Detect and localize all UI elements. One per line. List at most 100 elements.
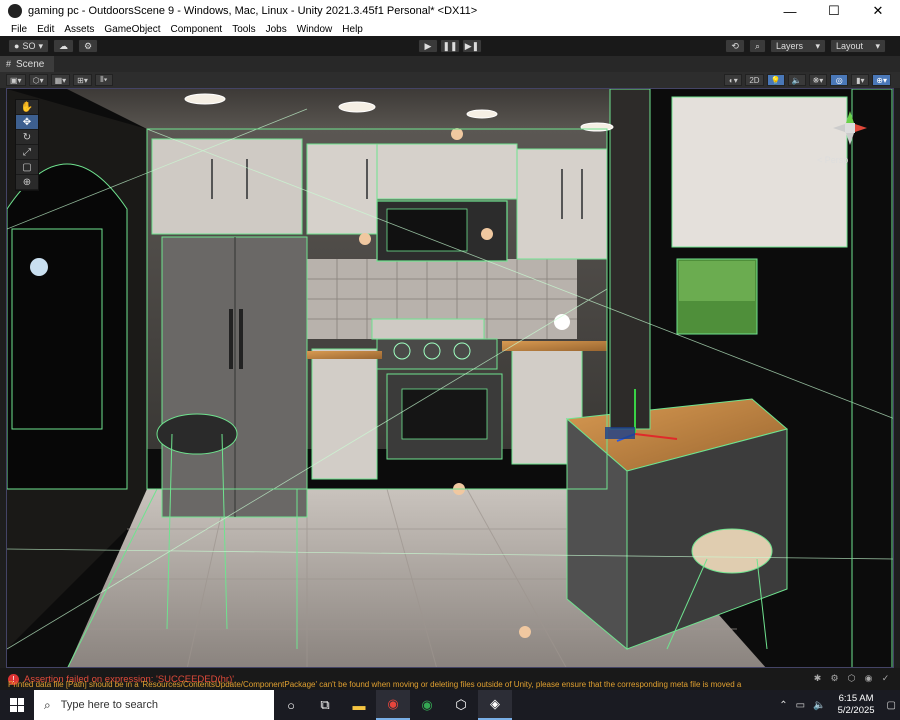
audio-toggle[interactable]: 🔈 xyxy=(787,74,806,86)
windows-taskbar: ⌕ Type here to search ○ ⧉ ▬ ◉ ◉ ⬡ ◈ ⌃ ▭ … xyxy=(0,690,900,720)
scene-viewport[interactable]: ✋ ✥ ↻ ⤢ ▢ ⊕ < Persp xyxy=(6,88,894,668)
scene-toolbar: ▣▾ ⬡▾ ▦▾ ⊞▾ ⫴▾ ◐▾ 2D 💡 🔈 ❋▾ ◎ ▮▾ ⊕▾ xyxy=(0,72,900,88)
menu-window[interactable]: Window xyxy=(292,24,338,35)
chrome-icon: ◉ xyxy=(387,696,399,711)
transform-tool[interactable]: ⊕ xyxy=(16,175,38,190)
user-icon: ● xyxy=(14,41,20,51)
speaker-icon[interactable]: 🔈 xyxy=(813,700,825,711)
layers-label: Layers xyxy=(776,41,804,51)
scale-tool[interactable]: ⤢ xyxy=(16,145,38,160)
menu-bar: File Edit Assets GameObject Component To… xyxy=(0,22,900,36)
collab-button[interactable]: ⚙ xyxy=(77,39,99,53)
history-icon: ⟲ xyxy=(731,40,739,51)
unity-editor-button[interactable]: ◈ xyxy=(478,690,512,720)
menu-file[interactable]: File xyxy=(6,24,32,35)
tab-scene[interactable]: # Scene xyxy=(0,56,55,72)
rotate-tool[interactable]: ↻ xyxy=(16,130,38,145)
axis-gizmo-icon[interactable] xyxy=(825,103,875,153)
cloud-icon: ☁ xyxy=(58,40,68,51)
bug-icon[interactable]: ✱ xyxy=(811,672,824,684)
search-button[interactable]: ⌕ xyxy=(748,39,766,53)
tab-scene-label: Scene xyxy=(16,58,45,70)
camera-icon: ▮▾ xyxy=(856,75,865,85)
camera-dropdown[interactable]: ▮▾ xyxy=(851,74,870,86)
layout-label: Layout xyxy=(836,41,864,51)
account-dropdown[interactable]: ● SO ▾ xyxy=(8,39,49,53)
render-mode-dropdown[interactable]: ◐▾ xyxy=(724,74,743,86)
sphere-icon: ◐▾ xyxy=(728,75,738,85)
start-button[interactable] xyxy=(0,690,34,720)
menu-edit[interactable]: Edit xyxy=(32,24,59,35)
projection-label[interactable]: < Persp xyxy=(817,155,848,165)
check-icon[interactable]: ✓ xyxy=(879,672,892,684)
align-dropdown[interactable]: ⫴▾ xyxy=(94,74,113,86)
unity-hub-button[interactable]: ⬡ xyxy=(444,690,478,720)
minimize-button[interactable]: — xyxy=(768,0,812,22)
pivot-dropdown[interactable]: ⬡▾ xyxy=(28,74,48,86)
maximize-button[interactable]: ☐ xyxy=(812,0,856,22)
menu-assets[interactable]: Assets xyxy=(59,24,99,35)
hand-tool[interactable]: ✋ xyxy=(16,100,38,115)
search-icon: ⌕ xyxy=(44,697,51,712)
gizmos-dropdown[interactable]: ⊕▾ xyxy=(872,74,891,86)
menu-tools[interactable]: Tools xyxy=(227,24,260,35)
chevron-down-icon: ▾ xyxy=(875,40,880,51)
cube-icon: ⬡▾ xyxy=(32,75,44,85)
file-explorer-button[interactable]: ▬ xyxy=(342,690,376,720)
transform-tools-panel: ✋ ✥ ↻ ⤢ ▢ ⊕ xyxy=(15,99,39,191)
grid-icon: ▦▾ xyxy=(54,75,67,85)
taskbar-search[interactable]: ⌕ Type here to search xyxy=(34,690,274,720)
play-button[interactable]: ▶ xyxy=(418,39,438,53)
align-icon: ⫴▾ xyxy=(100,75,108,84)
eye-slash-icon: ◎ xyxy=(835,75,843,85)
cortana-button[interactable]: ○ xyxy=(274,690,308,720)
chevron-up-icon[interactable]: ⌃ xyxy=(779,700,787,711)
chrome-button[interactable]: ◉ xyxy=(376,690,410,720)
toggle-2d-button[interactable]: 2D xyxy=(745,74,764,86)
history-button[interactable]: ⟲ xyxy=(725,39,745,53)
network-icon[interactable]: ▭ xyxy=(796,700,805,711)
chrome-profile-button[interactable]: ◉ xyxy=(410,690,444,720)
unity-icon: ◈ xyxy=(490,696,500,711)
step-button[interactable]: ▶❚ xyxy=(462,39,482,53)
scene-render[interactable] xyxy=(7,89,894,668)
clock-date: 5/2/2025 xyxy=(837,705,875,716)
status-bar[interactable]: ! Assertion failed on expression: 'SUCCE… xyxy=(0,668,900,690)
window-title: gaming pc - OutdoorsScene 9 - Windows, M… xyxy=(28,5,478,17)
menu-help[interactable]: Help xyxy=(337,24,368,35)
menu-gameobject[interactable]: GameObject xyxy=(99,24,165,35)
layers-dropdown[interactable]: Layers ▾ xyxy=(770,39,826,53)
folder-icon: ▬ xyxy=(352,697,366,713)
grid-snap-dropdown[interactable]: ▦▾ xyxy=(50,74,71,86)
menu-jobs[interactable]: Jobs xyxy=(261,24,292,35)
increment-snap-dropdown[interactable]: ⊞▾ xyxy=(73,74,92,86)
pause-button[interactable]: ❚❚ xyxy=(440,39,460,53)
play-controls: ▶ ❚❚ ▶❚ xyxy=(417,39,483,53)
lighting-toggle[interactable]: 💡 xyxy=(766,74,785,86)
move-tool[interactable]: ✥ xyxy=(16,115,38,130)
task-view-icon: ⧉ xyxy=(320,697,330,712)
effects-icon: ❋▾ xyxy=(812,75,824,85)
toolbar-right: ⟲ ⌕ Layers ▾ Layout ▾ xyxy=(725,39,890,53)
layout-dropdown[interactable]: Layout ▾ xyxy=(830,39,886,53)
collab-status-icon[interactable]: ◉ xyxy=(862,672,875,684)
network-icon[interactable]: ⬡ xyxy=(845,672,858,684)
chevron-down-icon: ▾ xyxy=(815,40,820,51)
progress-icon[interactable]: ⚙ xyxy=(828,672,841,684)
cloud-button[interactable]: ☁ xyxy=(52,39,74,53)
close-button[interactable]: ✕ xyxy=(856,0,900,22)
hidden-objects-toggle[interactable]: ◎ xyxy=(830,74,849,86)
taskbar-clock[interactable]: 6:15 AM 5/2/2025 xyxy=(838,693,875,717)
snap-icon: ⊞▾ xyxy=(77,75,88,85)
orientation-gizmo[interactable]: < Persp xyxy=(817,103,875,165)
unity-hub-icon: ⬡ xyxy=(455,697,467,712)
notification-icon[interactable]: ▢ xyxy=(887,700,896,711)
rect-tool[interactable]: ▢ xyxy=(16,160,38,175)
system-tray: ⌃ ▭ 🔈 6:15 AM 5/2/2025 ▢ xyxy=(775,690,900,720)
task-view-button[interactable]: ⧉ xyxy=(308,690,342,720)
effects-dropdown[interactable]: ❋▾ xyxy=(808,74,828,86)
menu-component[interactable]: Component xyxy=(166,24,228,35)
console-warning-message[interactable]: Printed data file [Path] should be in a … xyxy=(8,680,788,689)
shading-mode-dropdown[interactable]: ▣▾ xyxy=(6,74,26,86)
globe-icon: ⊕▾ xyxy=(876,75,887,85)
